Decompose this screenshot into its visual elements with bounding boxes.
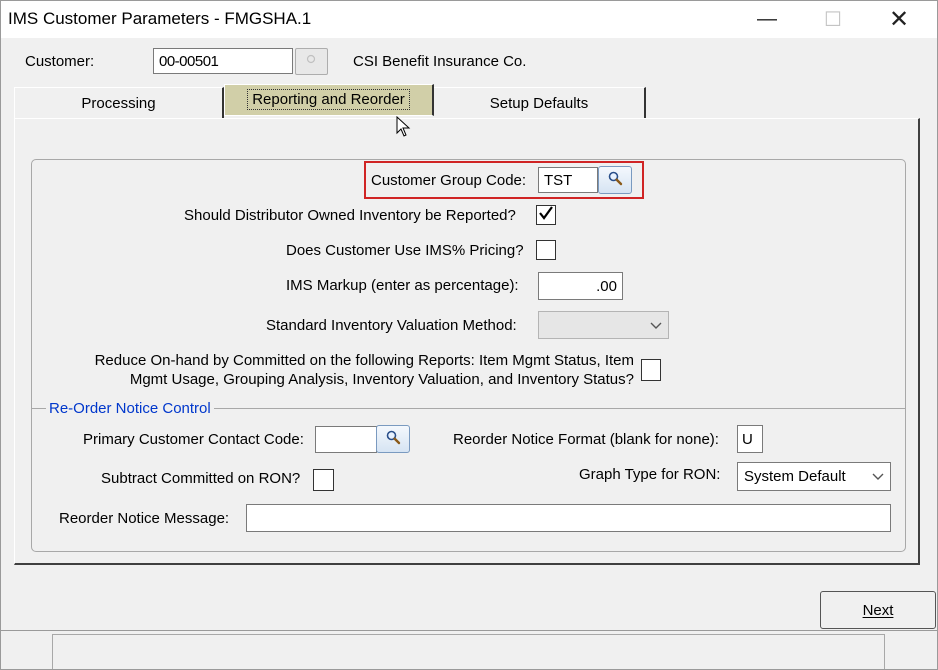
- reorder-message-label: Reorder Notice Message:: [59, 510, 230, 527]
- customer-name: CSI Benefit Insurance Co.: [353, 53, 527, 70]
- reduce-onhand-checkbox[interactable]: [641, 359, 661, 381]
- customer-group-code-label: Customer Group Code:: [371, 172, 527, 189]
- graph-type-dropdown[interactable]: System Default: [737, 462, 891, 491]
- customer-lookup-button[interactable]: [295, 48, 328, 75]
- next-button-label: Next: [862, 601, 894, 619]
- subtract-committed-label: Subtract Committed on RON?: [101, 470, 301, 487]
- distributor-owned-checkbox[interactable]: [536, 205, 556, 225]
- customer-code-field[interactable]: [153, 48, 293, 74]
- status-bar: [52, 634, 885, 670]
- notice-format-field[interactable]: [737, 425, 763, 453]
- ims-pricing-checkbox[interactable]: [536, 240, 556, 260]
- tab-setup-defaults[interactable]: Setup Defaults: [434, 87, 646, 118]
- reduce-onhand-label-line1: Reduce On-hand by Committed on the follo…: [94, 352, 634, 369]
- checkmark-icon: [538, 205, 554, 225]
- contact-lookup-button[interactable]: [376, 425, 410, 453]
- minimize-button[interactable]: —: [744, 0, 790, 38]
- group-code-lookup-button[interactable]: [598, 166, 632, 194]
- next-button[interactable]: Next: [820, 591, 936, 629]
- reduce-onhand-label-line2: Mgmt Usage, Grouping Analysis, Inventory…: [129, 371, 634, 388]
- close-button[interactable]: ✕: [876, 0, 922, 38]
- magnifier-icon: [385, 429, 401, 449]
- customer-label: Customer:: [25, 53, 95, 70]
- tab-label: Reporting and Reorder: [247, 88, 410, 110]
- reduce-onhand-label: Reduce On-hand by Committed on the follo…: [60, 351, 634, 389]
- dropdown-value: System Default: [744, 468, 846, 485]
- chevron-down-icon: [872, 468, 884, 485]
- customer-group-code-field[interactable]: [538, 167, 598, 193]
- primary-contact-field[interactable]: [315, 426, 377, 453]
- status-divider: [0, 630, 938, 631]
- reorder-message-field[interactable]: [246, 504, 891, 532]
- tab-processing[interactable]: Processing: [14, 87, 224, 118]
- valuation-method-label: Standard Inventory Valuation Method:: [266, 317, 517, 334]
- window-title: IMS Customer Parameters - FMGSHA.1: [8, 9, 312, 28]
- magnifier-icon: [306, 54, 318, 69]
- distributor-owned-label: Should Distributor Owned Inventory be Re…: [184, 207, 516, 224]
- mouse-cursor-icon: [396, 115, 412, 142]
- ims-pricing-label: Does Customer Use IMS% Pricing?: [286, 242, 524, 259]
- graph-type-label: Graph Type for RON:: [579, 466, 721, 483]
- valuation-method-dropdown[interactable]: [538, 311, 669, 339]
- ims-markup-field[interactable]: [538, 272, 623, 300]
- reorder-group-title: Re-Order Notice Control: [46, 400, 214, 417]
- subtract-committed-checkbox[interactable]: [313, 469, 334, 491]
- tab-reporting-and-reorder[interactable]: Reporting and Reorder: [224, 84, 434, 116]
- maximize-button[interactable]: ☐: [810, 0, 856, 38]
- tab-label: Setup Defaults: [489, 94, 589, 112]
- notice-format-label: Reorder Notice Format (blank for none):: [453, 431, 719, 448]
- magnifier-icon: [607, 170, 623, 190]
- chevron-down-icon: [650, 317, 662, 334]
- ims-markup-label: IMS Markup (enter as percentage):: [286, 277, 519, 294]
- primary-contact-label: Primary Customer Contact Code:: [83, 431, 304, 448]
- tab-label: Processing: [81, 94, 156, 112]
